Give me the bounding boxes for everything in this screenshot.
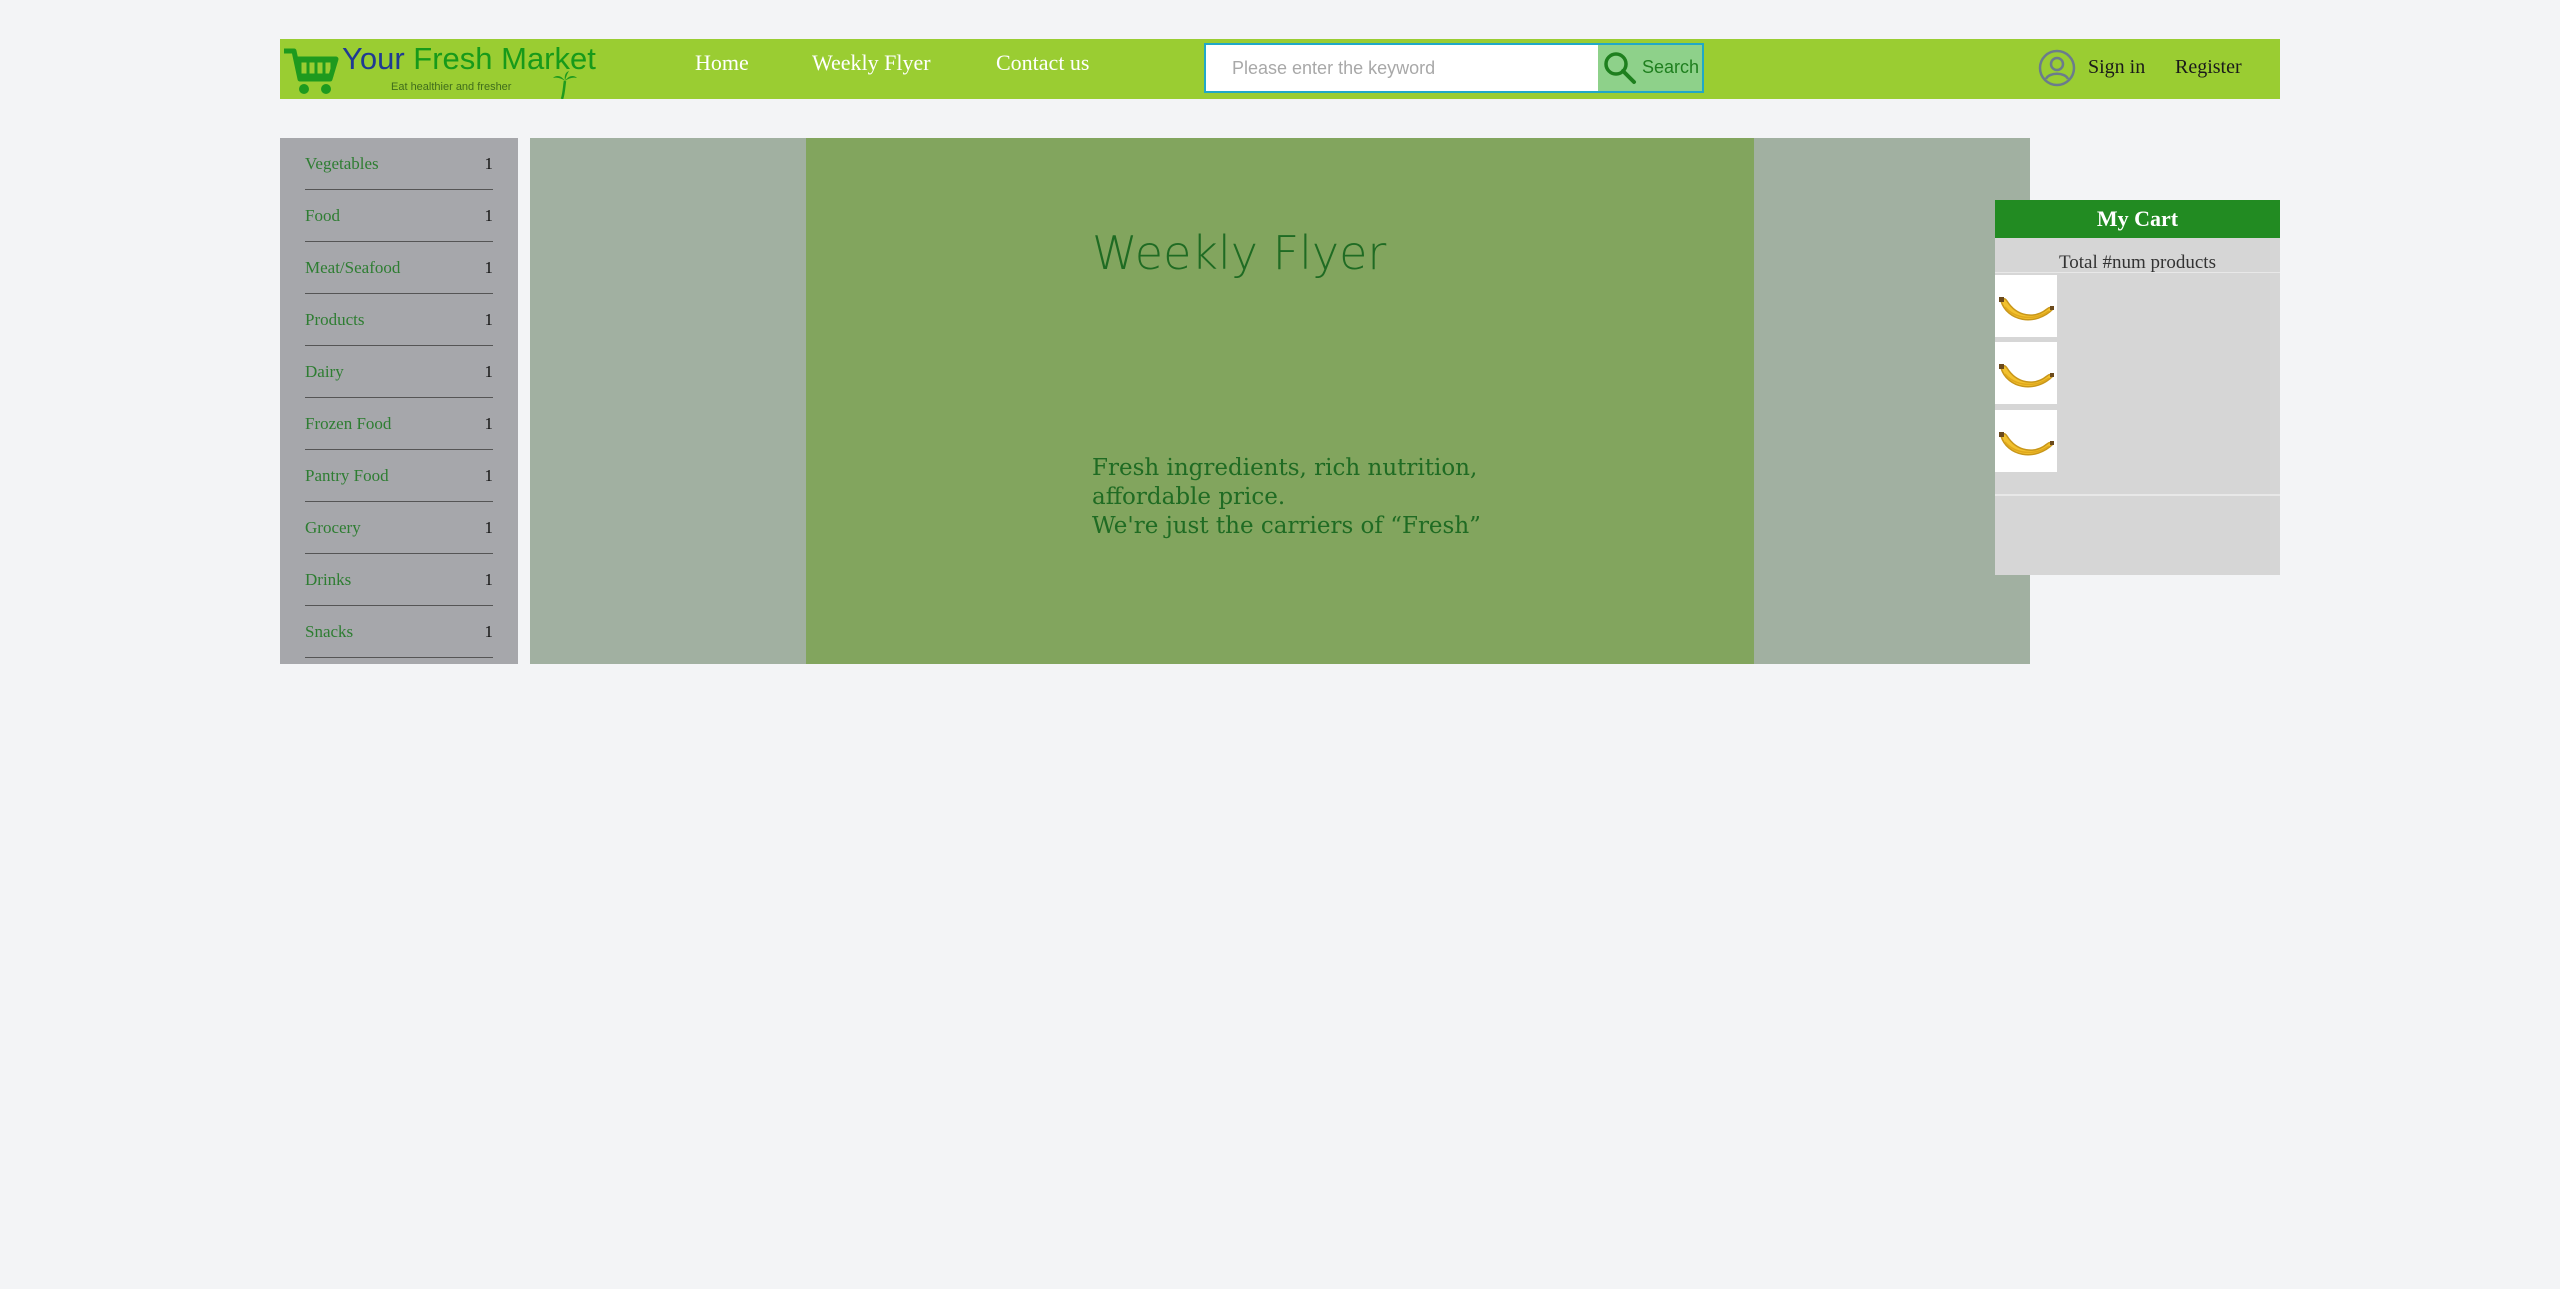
- cart-item[interactable]: [1995, 342, 2057, 404]
- category-label: Drinks: [305, 570, 352, 589]
- cart-divider: [1995, 494, 2280, 496]
- category-item-food[interactable]: Food 1: [305, 190, 493, 242]
- logo-title-part1: Your: [342, 41, 405, 76]
- category-item-dairy[interactable]: Dairy 1: [305, 346, 493, 398]
- category-item-grocery[interactable]: Grocery 1: [305, 502, 493, 554]
- category-label: Vegetables: [305, 154, 379, 173]
- search-bar: Search: [1204, 43, 1704, 93]
- search-input[interactable]: [1206, 45, 1598, 91]
- category-count: 1: [484, 622, 494, 641]
- banner-slogan-line: Fresh ingredients, rich nutrition,: [1092, 455, 1478, 481]
- category-item-snacks[interactable]: Snacks 1: [305, 606, 493, 658]
- cart-item[interactable]: [1995, 275, 2057, 337]
- category-label: Food: [305, 206, 340, 225]
- cart-title: My Cart: [1995, 200, 2280, 238]
- shopping-cart-icon: [284, 48, 339, 94]
- sign-in-link[interactable]: Sign in: [2088, 56, 2145, 79]
- banner-title: Weekly Flyer: [1092, 226, 1387, 280]
- nav-home[interactable]: Home: [695, 50, 749, 76]
- category-item-vegetables[interactable]: Vegetables 1: [305, 138, 493, 190]
- palm-tree-icon: [553, 71, 577, 99]
- category-count: 1: [484, 310, 494, 329]
- site-logo[interactable]: Your Fresh Market Eat healthier and fres…: [280, 39, 600, 99]
- register-link[interactable]: Register: [2175, 56, 2242, 79]
- logo-tagline: Eat healthier and fresher: [391, 81, 512, 93]
- banana-icon: [1999, 297, 2055, 321]
- category-item-frozen-food[interactable]: Frozen Food 1: [305, 398, 493, 450]
- banana-icon: [1999, 432, 2055, 456]
- banner-slogan-line: affordable price.: [1092, 484, 1286, 510]
- category-label: Meat/Seafood: [305, 258, 401, 277]
- category-label: Grocery: [305, 518, 361, 537]
- search-button[interactable]: Search: [1598, 45, 1702, 91]
- top-header: Your Fresh Market Eat healthier and fres…: [280, 39, 2280, 99]
- my-cart-panel: My Cart Total #num products: [1995, 200, 2280, 575]
- category-label: Pantry Food: [305, 466, 389, 485]
- category-item-pantry-food[interactable]: Pantry Food 1: [305, 450, 493, 502]
- category-item-products[interactable]: Products 1: [305, 294, 493, 346]
- category-sidebar: Vegetables 1 Food 1 Meat/Seafood 1 Produ…: [280, 138, 518, 664]
- category-count: 1: [484, 206, 494, 225]
- category-label: Dairy: [305, 362, 344, 381]
- weekly-flyer-banner: Weekly Flyer Fresh ingredients, rich nut…: [530, 138, 2030, 664]
- nav-weekly-flyer[interactable]: Weekly Flyer: [812, 50, 931, 76]
- category-count: 1: [484, 570, 494, 589]
- user-account-icon[interactable]: [2037, 48, 2077, 88]
- banner-slogan: Fresh ingredients, rich nutrition, affor…: [1092, 454, 1612, 541]
- banner-panel: Weekly Flyer Fresh ingredients, rich nut…: [806, 138, 1754, 664]
- category-label: Products: [305, 310, 365, 329]
- cart-divider: [1995, 272, 2280, 273]
- category-label: Frozen Food: [305, 414, 392, 433]
- cart-total-text: Total #num products: [2059, 252, 2216, 273]
- category-count: 1: [484, 258, 494, 277]
- category-count: 1: [484, 154, 494, 173]
- search-icon: [1604, 52, 1636, 84]
- nav-contact-us[interactable]: Contact us: [996, 50, 1090, 76]
- category-item-meat-seafood[interactable]: Meat/Seafood 1: [305, 242, 493, 294]
- category-count: 1: [484, 518, 494, 537]
- category-count: 1: [484, 414, 494, 433]
- category-item-drinks[interactable]: Drinks 1: [305, 554, 493, 606]
- banner-slogan-line: We're just the carriers of “Fresh”: [1092, 513, 1481, 539]
- category-label: Snacks: [305, 622, 354, 641]
- category-count: 1: [484, 466, 494, 485]
- cart-item[interactable]: [1995, 410, 2057, 472]
- search-button-label: Search: [1642, 57, 1700, 77]
- banana-icon: [1999, 364, 2055, 388]
- category-count: 1: [484, 362, 494, 381]
